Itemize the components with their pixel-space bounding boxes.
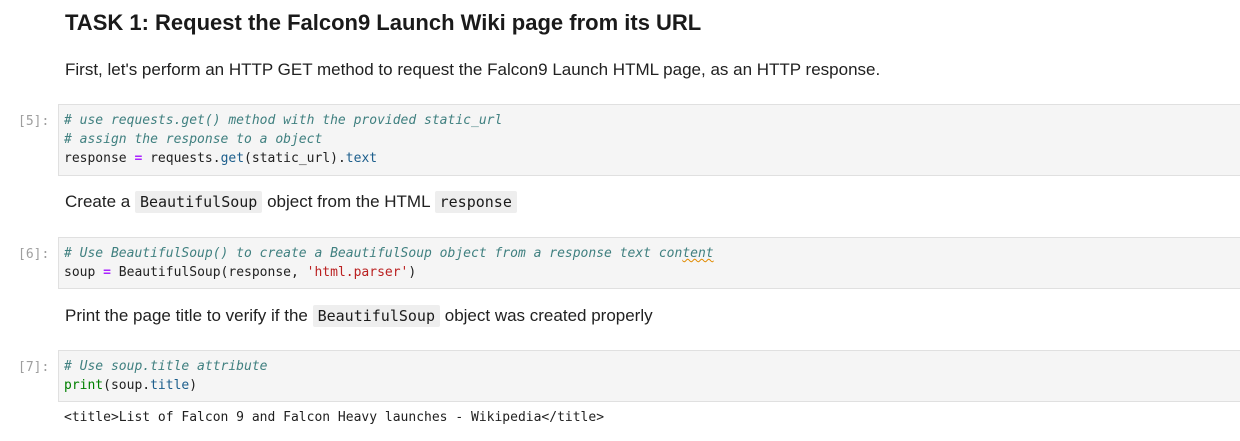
- cell-7-close: ): [189, 378, 198, 393]
- cell-6-prompt: [6]:: [18, 247, 50, 262]
- cell-7-comment: # Use soup.title attribute: [64, 359, 268, 374]
- cell-6-comment: # Use BeautifulSoup() to create a Beauti…: [64, 246, 683, 261]
- cell-6-parser-string: 'html.parser': [306, 265, 409, 280]
- cell-6-call: BeautifulSoup(response,: [118, 265, 307, 280]
- cell-7-print: print: [64, 378, 104, 393]
- cell-5-comment-1: # use requests.get() method with the pro…: [64, 113, 503, 128]
- cell-5-code-editor[interactable]: # use requests.get() method with the pro…: [58, 104, 1240, 176]
- md3-pre: Print the page title to verify if the: [65, 306, 308, 325]
- cell-5-prompt: [5]:: [18, 114, 50, 129]
- cell-6-code-editor[interactable]: # Use BeautifulSoup() to create a Beauti…: [58, 237, 1240, 289]
- cell-5-args: (static_url).: [244, 151, 346, 166]
- cell-5-line-3: response = requests.get(static_url).text: [64, 149, 1240, 168]
- cell-5-comment-2: # assign the response to a object: [64, 132, 323, 147]
- cell-6-line-2: soup = BeautifulSoup(response, 'html.par…: [64, 263, 1240, 282]
- cell-5-line-1: # use requests.get() method with the pro…: [64, 111, 1240, 130]
- cell-7-line-1: # Use soup.title attribute: [64, 357, 1240, 376]
- cell-5-var: response: [64, 151, 127, 166]
- create-soup-text: Create a BeautifulSoup object from the H…: [65, 190, 517, 214]
- print-title-text: Print the page title to verify if the Be…: [65, 304, 653, 328]
- cell-5-assign-op: =: [134, 151, 143, 166]
- cell-6-comment-spellcheck: tent: [682, 246, 714, 261]
- md2-mid: object from the HTML: [267, 192, 430, 211]
- cell-7-attr: title: [150, 378, 190, 393]
- cell-6-line-1: # Use BeautifulSoup() to create a Beauti…: [64, 244, 1240, 263]
- cell-5-attr: text: [345, 151, 378, 166]
- md3-post: object was created properly: [444, 306, 653, 325]
- md3-code-beautifulsoup: BeautifulSoup: [312, 305, 440, 327]
- md2-pre: Create a: [65, 192, 131, 211]
- cell-6-var: soup: [64, 265, 96, 280]
- cell-7-prompt: [7]:: [18, 360, 50, 375]
- cell-5-line-2: # assign the response to a object: [64, 130, 1240, 149]
- md2-code-response: response: [434, 191, 517, 213]
- cell-7-open: (soup.: [103, 378, 151, 393]
- cell-5-obj: requests.: [150, 151, 221, 166]
- cell-5-func: get: [220, 151, 245, 166]
- cell-7-output: <title>List of Falcon 9 and Falcon Heavy…: [64, 410, 605, 425]
- cell-7-line-2: print(soup.title): [64, 376, 1240, 395]
- cell-7-code-editor[interactable]: # Use soup.title attribute print(soup.ti…: [58, 350, 1240, 402]
- task-heading: TASK 1: Request the Falcon9 Launch Wiki …: [65, 10, 702, 35]
- md2-code-beautifulsoup: BeautifulSoup: [134, 191, 263, 213]
- intro-text: First, let's perform an HTTP GET method …: [65, 60, 881, 79]
- cell-6-assign-op: =: [103, 265, 111, 280]
- cell-6-close: ): [408, 265, 417, 280]
